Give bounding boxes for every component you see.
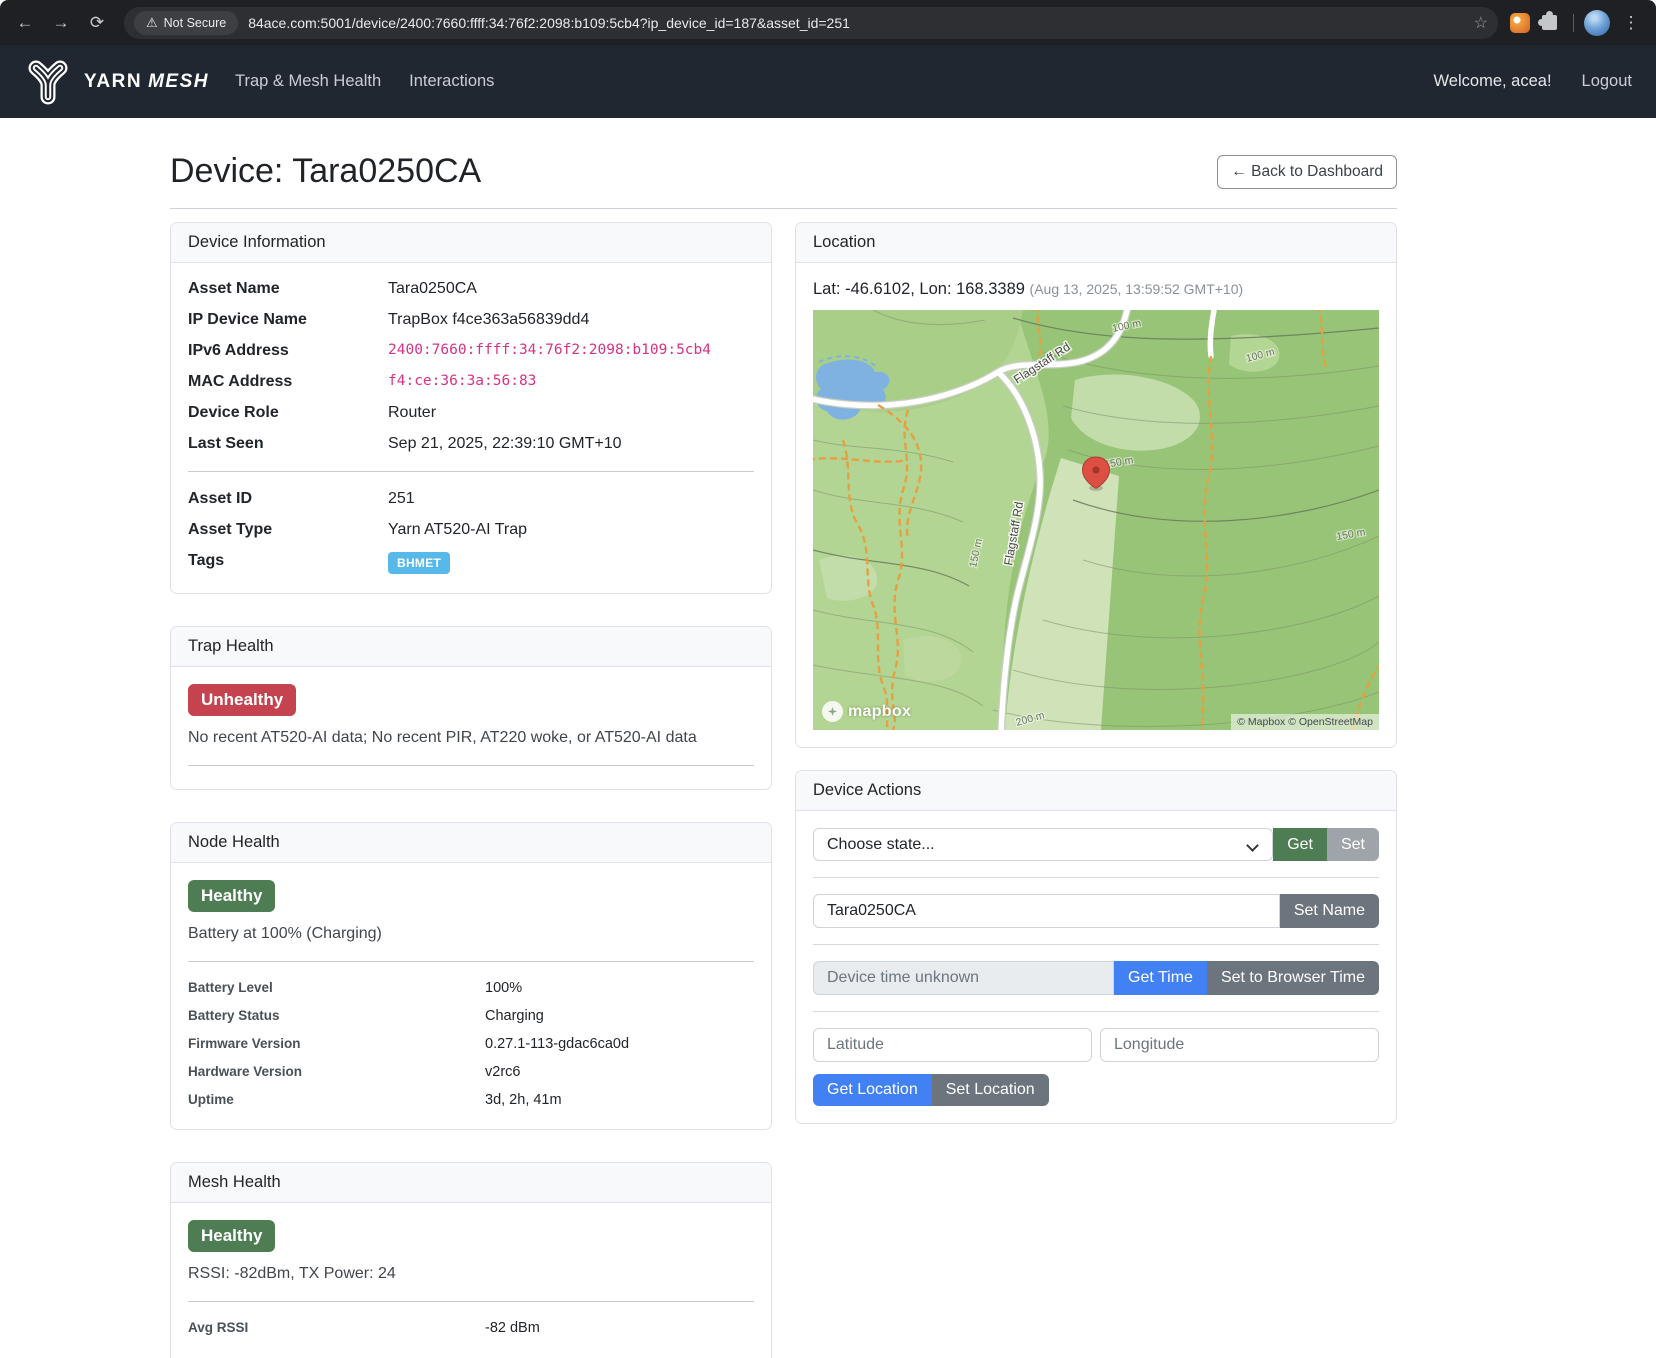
right-column: Location Lat: -46.6102, Lon: 168.3389 (A… [795, 222, 1397, 1156]
info-row: Asset Name Tara0250CA [188, 280, 754, 298]
set-browser-time-button[interactable]: Set to Browser Time [1207, 961, 1379, 995]
mesh-health-card: Mesh Health Healthy RSSI: -82dBm, TX Pow… [170, 1162, 772, 1358]
node-health-card: Node Health Healthy Battery at 100% (Cha… [170, 822, 772, 1130]
mesh-health-divider [188, 1301, 754, 1302]
info-row: Device Role Router [188, 404, 754, 422]
info-divider [188, 471, 754, 472]
mapbox-logo[interactable]: mapbox [822, 701, 911, 722]
kv-row: Hardware Version v2rc6 [188, 1064, 754, 1080]
mesh-health-header: Mesh Health [171, 1163, 771, 1203]
coordinates-text: Lat: -46.6102, Lon: 168.3389 (Aug 13, 20… [813, 280, 1379, 299]
nav-link-trap-mesh-health[interactable]: Trap & Mesh Health [235, 72, 381, 91]
latitude-input[interactable] [813, 1028, 1092, 1062]
warning-icon: ⚠ [146, 15, 158, 31]
mesh-health-status-badge: Healthy [188, 1220, 275, 1252]
security-chip-label: Not Secure [164, 16, 227, 30]
kv-row: Battery Status Charging [188, 1008, 754, 1024]
extension-icon[interactable] [1510, 13, 1530, 33]
mesh-health-summary: RSSI: -82dBm, TX Power: 24 [188, 1265, 754, 1283]
address-bar[interactable]: ⚠ Not Secure 84ace.com:5001/device/2400:… [124, 7, 1498, 39]
title-divider [170, 208, 1397, 209]
actions-divider [813, 1011, 1379, 1012]
mapbox-logo-icon [822, 701, 843, 722]
location-map[interactable]: 100 m 100 m 150 m 150 m 150 m 200 m Flag… [813, 310, 1379, 730]
toolbar-divider [1573, 14, 1574, 32]
kv-row: Avg RSSI -82 dBm [188, 1320, 754, 1336]
device-actions-card: Device Actions Choose state... Get Set [795, 770, 1397, 1124]
back-to-dashboard-button[interactable]: ← Back to Dashboard [1217, 155, 1397, 189]
security-chip[interactable]: ⚠ Not Secure [134, 11, 238, 35]
left-column: Device Information Asset Name Tara0250CA… [170, 222, 772, 1358]
device-name-input[interactable] [813, 894, 1280, 928]
coordinates-timestamp: (Aug 13, 2025, 13:59:52 GMT+10) [1030, 281, 1244, 297]
map-attribution[interactable]: © Mapbox © OpenStreetMap [1231, 714, 1379, 730]
url-text: 84ace.com:5001/device/2400:7660:ffff:34:… [248, 15, 1463, 31]
app-navbar: YARNMESH Trap & Mesh Health Interactions… [0, 45, 1656, 118]
info-row: IP Device Name TrapBox f4ce363a56839dd4 [188, 311, 754, 329]
info-row: IPv6 Address 2400:7660:ffff:34:76f2:2098… [188, 342, 754, 360]
tag-badge: BHMET [388, 552, 450, 574]
brand-wordmark: YARNMESH [84, 71, 209, 93]
map-canvas: 100 m 100 m 150 m 150 m 150 m 200 m Flag… [813, 310, 1379, 730]
yarn-mesh-logo-icon [24, 58, 72, 106]
trap-health-card: Trap Health Unhealthy No recent AT520-AI… [170, 626, 772, 790]
extensions-puzzle-icon[interactable] [1542, 15, 1557, 30]
actions-divider [813, 877, 1379, 878]
forward-icon[interactable]: → [46, 8, 76, 38]
state-select[interactable]: Choose state... [813, 828, 1273, 861]
info-row: MAC Address f4:ce:36:3a:56:83 [188, 373, 754, 391]
profile-avatar[interactable] [1584, 10, 1610, 36]
trap-health-header: Trap Health [171, 627, 771, 667]
brand-logo[interactable]: YARNMESH [24, 58, 209, 106]
set-state-button[interactable]: Set [1327, 828, 1379, 861]
actions-divider [813, 944, 1379, 945]
welcome-text: Welcome, acea! [1434, 72, 1552, 91]
trap-health-divider [188, 765, 754, 766]
info-row: Asset Type Yarn AT520-AI Trap [188, 521, 754, 539]
get-location-button[interactable]: Get Location [813, 1074, 932, 1106]
get-state-button[interactable]: Get [1273, 828, 1327, 861]
mac-address-value: f4:ce:36:3a:56:83 [388, 373, 536, 391]
info-row: Asset ID 251 [188, 490, 754, 508]
node-health-divider [188, 961, 754, 962]
node-health-status-badge: Healthy [188, 880, 275, 912]
nav-link-interactions[interactable]: Interactions [409, 72, 494, 91]
location-card: Location Lat: -46.6102, Lon: 168.3389 (A… [795, 222, 1397, 748]
device-information-header: Device Information [171, 223, 771, 263]
ipv6-address-value: 2400:7660:ffff:34:76f2:2098:b109:5cb4 [388, 342, 711, 360]
kv-row: Firmware Version 0.27.1-113-gdac6ca0d [188, 1036, 754, 1052]
browser-toolbar: ← → ⟳ ⚠ Not Secure 84ace.com:5001/device… [0, 0, 1656, 45]
kv-row: Uptime 3d, 2h, 41m [188, 1092, 754, 1108]
page-container: Device: Tara0250CA ← Back to Dashboard D… [170, 118, 1397, 1358]
back-icon[interactable]: ← [10, 8, 40, 38]
logout-link[interactable]: Logout [1582, 72, 1632, 91]
set-name-button[interactable]: Set Name [1280, 894, 1379, 928]
device-information-card: Device Information Asset Name Tara0250CA… [170, 222, 772, 594]
menu-kebab-icon[interactable]: ⋮ [1616, 8, 1646, 38]
info-row: Last Seen Sep 21, 2025, 22:39:10 GMT+10 [188, 435, 754, 453]
set-location-button[interactable]: Set Location [932, 1074, 1049, 1106]
kv-row: Battery Level 100% [188, 980, 754, 996]
trap-health-status-badge: Unhealthy [188, 684, 296, 716]
location-header: Location [796, 223, 1396, 263]
reload-icon[interactable]: ⟳ [82, 8, 112, 38]
state-select-wrap: Choose state... [813, 828, 1273, 861]
longitude-input[interactable] [1100, 1028, 1379, 1062]
node-health-summary: Battery at 100% (Charging) [188, 925, 754, 943]
page-title: Device: Tara0250CA [170, 152, 481, 191]
device-time-input [813, 961, 1114, 995]
device-actions-header: Device Actions [796, 771, 1396, 811]
get-time-button[interactable]: Get Time [1114, 961, 1207, 995]
node-health-header: Node Health [171, 823, 771, 863]
info-row: Tags BHMET [188, 552, 754, 574]
bookmark-star-icon[interactable]: ☆ [1474, 13, 1488, 33]
trap-health-description: No recent AT520-AI data; No recent PIR, … [188, 729, 754, 747]
